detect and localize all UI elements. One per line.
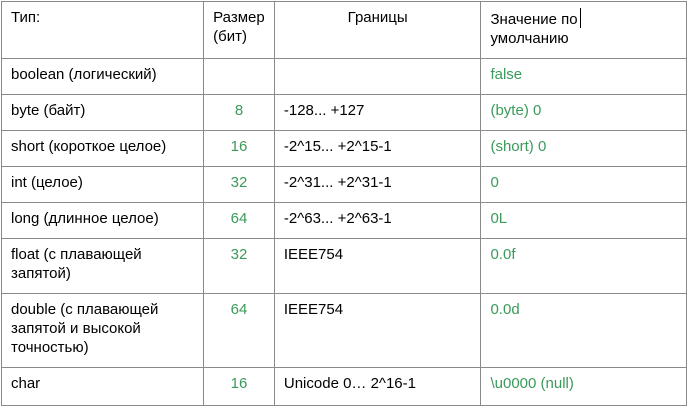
text-cursor: [579, 8, 581, 28]
bounds-cell[interactable]: -2^63... +2^63-1: [273, 202, 482, 239]
default-cell[interactable]: 0.0f: [480, 238, 687, 294]
size-cell[interactable]: 16: [203, 130, 275, 167]
default-cell[interactable]: (byte) 0: [480, 94, 687, 131]
size-cell[interactable]: 8: [203, 94, 275, 131]
table-row: byte (байт) 8 -128... +127 (byte) 0: [0, 94, 687, 131]
type-cell[interactable]: byte (байт): [0, 94, 205, 131]
default-cell[interactable]: (short) 0: [480, 130, 687, 167]
default-cell[interactable]: false: [480, 58, 687, 95]
size-cell[interactable]: 32: [203, 238, 275, 294]
bounds-cell[interactable]: IEEE754: [273, 238, 482, 294]
default-cell[interactable]: 0.0d: [480, 293, 687, 368]
size-cell[interactable]: 64: [203, 293, 275, 368]
table-row: int (целое) 32 -2^31... +2^31-1 0: [0, 166, 687, 203]
bounds-cell[interactable]: IEEE754: [273, 293, 482, 368]
type-cell[interactable]: float (с плавающей запятой): [0, 238, 205, 294]
table-row: long (длинное целое) 64 -2^63... +2^63-1…: [0, 202, 687, 239]
size-cell[interactable]: 32: [203, 166, 275, 203]
table-row: char 16 Unicode 0… 2^16-1 \u0000 (null): [0, 367, 687, 406]
default-cell[interactable]: \u0000 (null): [480, 367, 687, 406]
table-row: short (короткое целое) 16 -2^15... +2^15…: [0, 130, 687, 167]
java-types-table: Тип: Размер (бит) Границы Значение по умо…: [0, 1, 687, 406]
type-cell[interactable]: short (короткое целое): [0, 130, 205, 167]
header-default[interactable]: Значение по умолчанию: [480, 1, 687, 59]
table-row: float (с плавающей запятой) 32 IEEE754 0…: [0, 238, 687, 294]
bounds-cell[interactable]: -2^15... +2^15-1: [273, 130, 482, 167]
type-cell[interactable]: double (с плавающей запятой и высокой то…: [0, 293, 205, 368]
type-cell[interactable]: boolean (логический): [0, 58, 205, 95]
header-row: Тип: Размер (бит) Границы Значение по умо…: [0, 1, 687, 59]
size-cell[interactable]: 64: [203, 202, 275, 239]
type-cell[interactable]: long (длинное целое): [0, 202, 205, 239]
bounds-cell[interactable]: -128... +127: [273, 94, 482, 131]
size-cell[interactable]: [203, 58, 275, 95]
table-row: boolean (логический) false: [0, 58, 687, 95]
type-cell[interactable]: int (целое): [0, 166, 205, 203]
bounds-cell[interactable]: Unicode 0… 2^16-1: [273, 367, 482, 406]
header-bounds[interactable]: Границы: [273, 1, 482, 59]
size-cell[interactable]: 16: [203, 367, 275, 406]
type-cell[interactable]: char: [0, 367, 205, 406]
header-size[interactable]: Размер (бит): [203, 1, 275, 59]
default-cell[interactable]: 0L: [480, 202, 687, 239]
header-type[interactable]: Тип:: [0, 1, 205, 59]
bounds-cell[interactable]: [273, 58, 482, 95]
default-cell[interactable]: 0: [480, 166, 687, 203]
table-row: double (с плавающей запятой и высокой то…: [0, 293, 687, 368]
bounds-cell[interactable]: -2^31... +2^31-1: [273, 166, 482, 203]
